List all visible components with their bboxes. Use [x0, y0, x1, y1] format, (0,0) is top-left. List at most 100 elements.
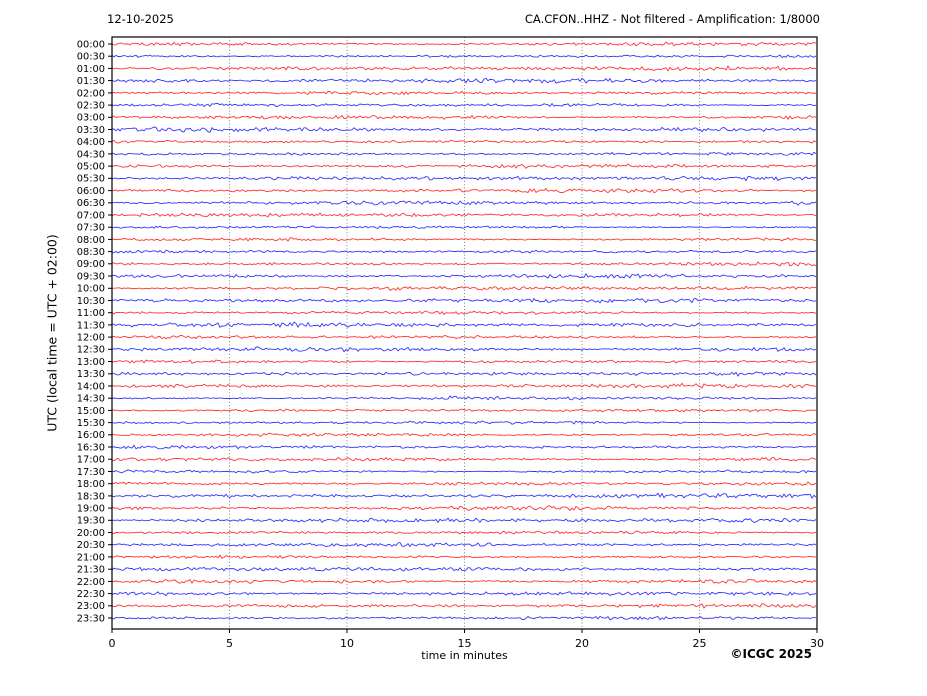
copyright-text: ©ICGC 2025	[730, 647, 812, 661]
seismic-trace-row	[112, 55, 816, 58]
y-tick-label: 23:30	[77, 613, 105, 624]
y-tick-label: 05:30	[77, 174, 105, 185]
seismic-trace-row	[112, 531, 816, 534]
y-tick-label: 22:00	[77, 577, 105, 588]
y-tick-label: 04:30	[77, 149, 105, 160]
y-tick-label: 08:30	[77, 247, 105, 258]
seismic-trace-row	[112, 347, 816, 352]
y-tick-label: 07:00	[77, 210, 105, 221]
seismic-trace-row	[112, 152, 816, 155]
y-tick-label: 05:00	[77, 162, 105, 173]
seismic-trace-row	[112, 555, 816, 558]
y-tick-label: 22:30	[77, 589, 105, 600]
y-tick-label: 13:30	[77, 369, 105, 380]
y-tick-label: 07:30	[77, 223, 105, 234]
y-tick-label: 06:00	[77, 186, 105, 197]
y-tick-label: 20:30	[77, 540, 105, 551]
seismic-trace-row	[112, 493, 816, 498]
seismic-trace-row	[112, 360, 816, 363]
y-tick-label: 00:00	[77, 39, 105, 50]
seismic-trace-row	[112, 262, 816, 266]
y-tick-label: 18:00	[77, 479, 105, 490]
seismic-trace-row	[112, 66, 816, 71]
seismic-trace-row	[112, 164, 816, 168]
y-tick-label: 09:30	[77, 271, 105, 282]
y-tick-label: 16:00	[77, 430, 105, 441]
y-tick-label: 01:00	[77, 64, 105, 75]
seismic-trace-row	[112, 616, 816, 620]
seismic-trace-row	[112, 176, 816, 180]
seismic-trace-row	[112, 250, 816, 253]
x-tick-label: 30	[810, 637, 824, 650]
y-tick-label: 17:00	[77, 455, 105, 466]
helicorder-figure: 12-10-2025 CA.CFON..HHZ - Not filtered -…	[0, 0, 927, 696]
x-tick-label: 5	[226, 637, 233, 650]
y-tick-label: 08:00	[77, 235, 105, 246]
seismic-trace-row	[112, 127, 816, 132]
y-tick-label: 03:00	[77, 113, 105, 124]
seismic-trace-row	[112, 567, 816, 571]
seismic-trace-row	[112, 458, 816, 461]
seismic-trace-row	[112, 91, 816, 94]
seismic-trace-row	[112, 445, 816, 449]
seismic-trace-row	[112, 274, 816, 278]
y-tick-label: 23:00	[77, 601, 105, 612]
seismic-trace-row	[112, 604, 816, 608]
seismic-trace-row	[112, 470, 816, 473]
y-tick-label: 21:00	[77, 552, 105, 563]
y-tick-label: 19:00	[77, 504, 105, 515]
seismic-trace-row	[112, 116, 816, 120]
x-tick-label: 20	[575, 637, 589, 650]
y-tick-label: 14:00	[77, 381, 105, 392]
seismic-trace-row	[112, 140, 816, 143]
x-tick-label: 25	[693, 637, 707, 650]
y-tick-label: 20:00	[77, 528, 105, 539]
seismic-trace-row	[112, 238, 816, 241]
seismic-trace-row	[112, 322, 816, 327]
y-tick-label: 21:30	[77, 565, 105, 576]
y-tick-label: 10:30	[77, 296, 105, 307]
seismic-trace-row	[112, 506, 816, 511]
y-tick-label: 18:30	[77, 491, 105, 502]
seismic-trace-row	[112, 299, 816, 303]
y-tick-label: 19:30	[77, 516, 105, 527]
y-tick-label: 11:00	[77, 308, 105, 319]
seismic-trace-row	[112, 518, 816, 522]
x-axis-label: time in minutes	[404, 649, 525, 662]
y-tick-label: 12:30	[77, 345, 105, 356]
seismic-trace-row	[112, 336, 816, 339]
seismic-trace-row	[112, 579, 816, 583]
y-tick-label: 14:30	[77, 394, 105, 405]
seismic-trace-row	[112, 543, 816, 547]
y-tick-label: 06:30	[77, 198, 105, 209]
seismic-trace-row	[112, 226, 816, 229]
seismic-trace-row	[112, 311, 816, 315]
y-tick-label: 01:30	[77, 76, 105, 87]
seismic-trace-row	[112, 201, 816, 205]
seismic-trace-row	[112, 383, 816, 388]
seismogram-plot-area: 00:0000:3001:0001:3002:0002:3003:0003:30…	[0, 0, 927, 696]
y-tick-label: 11:30	[77, 320, 105, 331]
seismic-trace-row	[112, 433, 816, 436]
y-tick-label: 00:30	[77, 52, 105, 63]
seismic-trace-row	[112, 286, 816, 290]
seismic-trace-row	[112, 482, 816, 486]
seismic-trace-row	[112, 213, 816, 217]
seismic-trace-row	[112, 421, 816, 424]
y-tick-label: 13:00	[77, 357, 105, 368]
seismic-trace-row	[112, 78, 816, 83]
y-tick-label: 10:00	[77, 284, 105, 295]
y-tick-label: 16:30	[77, 442, 105, 453]
seismic-trace-row	[112, 103, 816, 106]
y-tick-label: 02:00	[77, 88, 105, 99]
x-tick-label: 0	[109, 637, 116, 650]
y-tick-label: 15:30	[77, 418, 105, 429]
seismic-trace-row	[112, 189, 816, 193]
seismic-trace-row	[112, 396, 816, 400]
y-tick-label: 02:30	[77, 101, 105, 112]
y-tick-label: 17:30	[77, 467, 105, 478]
seismic-trace-row	[112, 372, 816, 376]
x-tick-label: 10	[340, 637, 354, 650]
y-tick-label: 12:00	[77, 333, 105, 344]
seismic-trace-row	[112, 409, 816, 412]
